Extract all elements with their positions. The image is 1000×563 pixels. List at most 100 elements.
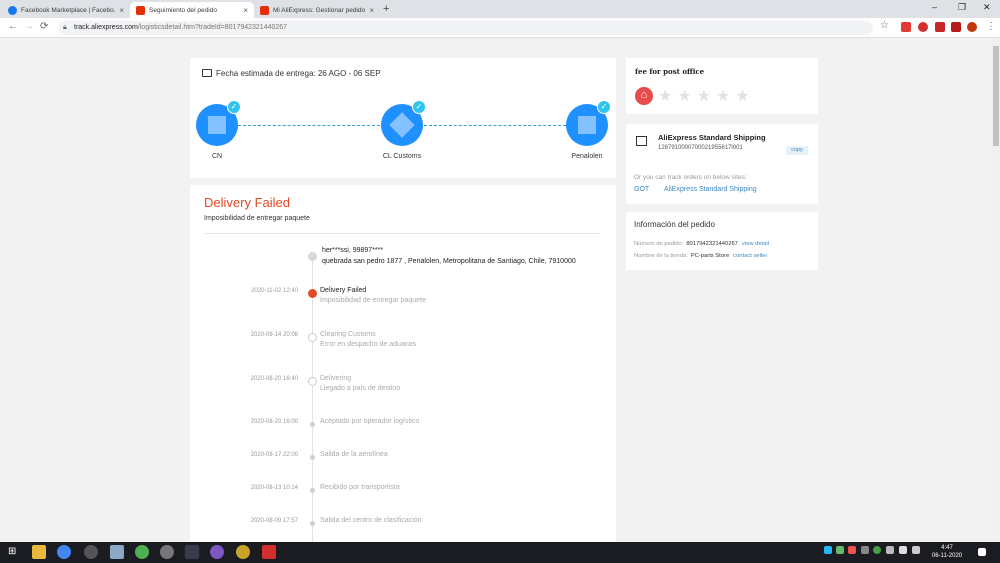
got-link[interactable]: GOT (634, 186, 649, 193)
windows-start-icon[interactable]: ⊞ (8, 547, 19, 558)
scrollbar[interactable] (992, 38, 1000, 542)
store-row: Nombre de la tienda: PC-parts Store contac… (634, 253, 767, 259)
node-destination: ✓ (566, 100, 611, 146)
app-icon[interactable] (185, 545, 199, 559)
extension-icon[interactable] (901, 22, 911, 32)
app-icon[interactable] (236, 545, 250, 559)
extension-icon[interactable] (935, 22, 945, 32)
timeline-item: 2020-08-20 16:00 Aceptado por operador l… (190, 417, 616, 447)
aliexpress-icon (260, 5, 269, 15)
tray-icon[interactable] (873, 546, 881, 554)
system-clock[interactable]: 4:47 06-11-2020 (930, 544, 964, 560)
menu-icon[interactable]: ⋮ (986, 21, 996, 32)
status-title: Delivery Failed (204, 195, 290, 210)
event-desc: Imposibilidad de entregar paquete (320, 297, 426, 304)
notepad-icon[interactable] (110, 545, 124, 559)
order-number-row: Número de pedido: 8017942321440267 view de… (634, 241, 769, 247)
minimize-button[interactable]: – (932, 2, 937, 12)
notification-icon[interactable] (978, 548, 986, 556)
order-number-label: Número de pedido: (634, 241, 684, 247)
tab-facebook-marketplace[interactable]: Facebook Marketplace | Facebo... × (2, 2, 130, 18)
timeline-item: 2020-08-20 16:40 Delivering Llegado a pa… (190, 374, 616, 404)
battery-icon[interactable] (899, 546, 907, 554)
scrollbar-thumb[interactable] (993, 46, 999, 146)
timeline-item: 2020-08-17 22:00 Salida de la aerolínea (190, 450, 616, 480)
close-icon[interactable]: × (369, 6, 374, 15)
close-icon[interactable]: × (243, 6, 248, 15)
url-input[interactable]: 🔒︎ track.aliexpress.com/logisticsdetail.… (58, 21, 873, 35)
taskbar: ⊞ 4:47 06-11-2020 (0, 542, 1000, 563)
status-subtitle: Imposibilidad de entregar paquete (204, 215, 310, 222)
avatar[interactable] (967, 22, 977, 32)
app-icon[interactable] (84, 545, 98, 559)
close-window-button[interactable]: ✕ (983, 2, 991, 13)
lock-icon: 🔒︎ (63, 24, 67, 31)
event-date: 2020-08-20 16:40 (250, 376, 298, 382)
tray-icon[interactable] (824, 546, 832, 554)
event-status: Recibido por transportista (320, 484, 400, 491)
forward-button[interactable]: → (24, 21, 34, 32)
check-icon: ✓ (227, 100, 241, 114)
app-icon[interactable] (210, 545, 224, 559)
file-explorer-icon[interactable] (32, 545, 46, 559)
store-name: PC-parts Store (690, 253, 730, 259)
tray-icon[interactable] (886, 546, 894, 554)
timeline-item: 2020-08-13 10:14 Recibido por transporti… (190, 483, 616, 513)
bookmark-star-icon[interactable]: ☆ (880, 20, 889, 31)
rating-card: fee for post office ⌂ ★★★★★ (626, 58, 818, 114)
page-content: Fecha estimada de entrega: 26 AGO - 06 S… (0, 38, 1000, 542)
app-icon[interactable] (262, 545, 276, 559)
check-icon: ✓ (597, 100, 611, 114)
maximize-button[interactable]: ❐ (958, 2, 966, 13)
address-line: quebrada san pedro 1877 , Penalolen, Met… (322, 258, 576, 265)
contact-seller-link[interactable]: contact seller (733, 253, 767, 259)
extension-icon[interactable] (918, 22, 928, 32)
tab-strip: Facebook Marketplace | Facebo... × Segui… (0, 0, 1000, 18)
node-label: Penalolen (571, 153, 603, 160)
app-icon[interactable] (160, 545, 174, 559)
new-tab-button[interactable]: + (383, 3, 389, 15)
aliexpress-icon (136, 5, 145, 15)
event-status: Delivery Failed (320, 287, 367, 294)
aliexpress-shipping-link[interactable]: AliExpress Standard Shipping (664, 186, 757, 193)
eta-text: Fecha estimada de entrega: 26 AGO - 06 S… (216, 69, 381, 78)
event-date: 2020-08-09 17:57 (250, 518, 298, 524)
customs-icon (308, 333, 317, 342)
reload-button[interactable]: ⟳ (40, 21, 48, 32)
tab-seguimiento[interactable]: Seguimiento del pedido × (130, 2, 254, 18)
star-rating[interactable]: ★★★★★ (658, 86, 755, 106)
node-origin: ✓ (196, 100, 241, 146)
timeline-dot (310, 455, 315, 460)
event-status: Clearing Customs (320, 331, 376, 338)
clock-time: 4:47 (941, 545, 953, 551)
tray-icon[interactable] (861, 546, 869, 554)
url-host: track.aliexpress.com (74, 24, 138, 31)
back-button[interactable]: ← (8, 21, 18, 32)
house-icon (578, 116, 596, 134)
tab-label: Seguimiento del pedido (149, 6, 217, 14)
event-status: Salida del centro de clasificación (320, 517, 422, 524)
event-date: 2020-08-20 16:00 (250, 419, 298, 425)
clock-date: 06-11-2020 (931, 553, 963, 559)
shipping-card: AliExpress Standard Shipping 12879100007… (626, 124, 818, 204)
event-desc: Error en despacho de aduanas (320, 341, 417, 348)
view-detail-link[interactable]: view detail (742, 241, 769, 247)
tray-icon[interactable] (836, 546, 844, 554)
tray-icon[interactable] (848, 546, 856, 554)
facebook-icon (8, 5, 17, 15)
event-date: 2020-09-14 20:08 (250, 332, 298, 338)
event-date: 2020-08-17 22:00 (250, 452, 298, 458)
node-customs: ✓ (381, 100, 426, 146)
chrome-icon[interactable] (57, 545, 71, 559)
network-icon[interactable] (912, 546, 920, 554)
event-desc: Llegado a país de destino (320, 385, 401, 392)
copy-button[interactable]: copy (786, 146, 808, 155)
app-icon[interactable] (135, 545, 149, 559)
tab-mi-aliexpress[interactable]: Mi AliExpress: Gestionar pedidos × (254, 2, 380, 18)
extension-icon[interactable] (951, 22, 961, 32)
carrier-name: AliExpress Standard Shipping (658, 133, 766, 142)
tracking-note: Or you can track orders on below sites: (634, 174, 747, 181)
url-path: /logisticsdetail.htm?tradeId=80179423214… (137, 24, 288, 31)
close-icon[interactable]: × (119, 6, 124, 15)
tab-label: Facebook Marketplace | Facebo... (21, 6, 116, 14)
